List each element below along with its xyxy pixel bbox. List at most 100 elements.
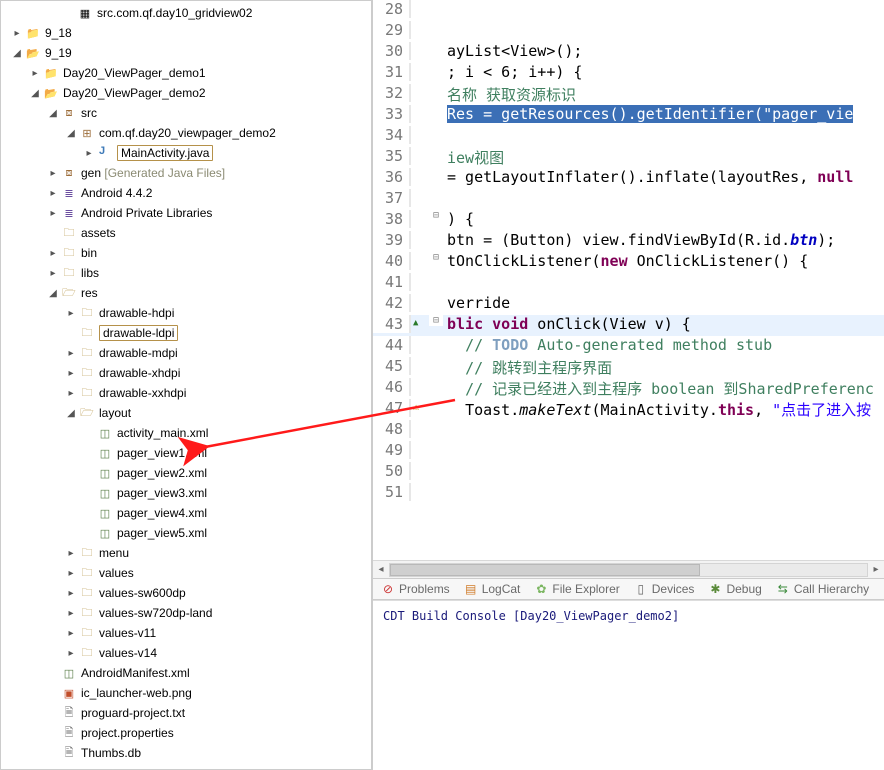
console-view[interactable]: CDT Build Console [Day20_ViewPager_demo2… bbox=[373, 600, 884, 770]
code-line[interactable]: blic void onClick(View v) { bbox=[443, 315, 884, 333]
debug-icon: ✱ bbox=[708, 582, 722, 596]
collapse-icon[interactable]: ◢ bbox=[63, 125, 79, 141]
tab-file-explorer[interactable]: ✿File Explorer bbox=[534, 582, 619, 596]
expand-icon[interactable]: ▸ bbox=[45, 185, 61, 201]
line-number: 49 bbox=[373, 441, 411, 459]
tree-item[interactable]: ▸ 🗎 proguard-project.txt bbox=[1, 703, 371, 723]
expand-icon[interactable]: ▸ bbox=[63, 565, 79, 581]
collapse-icon[interactable]: ◢ bbox=[9, 45, 25, 61]
collapse-icon[interactable]: ◢ bbox=[45, 285, 61, 301]
scroll-left-icon[interactable]: ◂ bbox=[373, 564, 389, 575]
tree-item[interactable]: ◢ 📂 9_19 bbox=[1, 43, 371, 63]
tree-item[interactable]: ▸ 🗎 project.properties bbox=[1, 723, 371, 743]
tree-item[interactable]: ▸ ◫ pager_view4.xml bbox=[1, 503, 371, 523]
expand-icon[interactable]: ▸ bbox=[9, 25, 25, 41]
code-line[interactable]: Toast.makeText(MainActivity.this, "点击了进入… bbox=[443, 399, 884, 420]
tab-call-hierarchy[interactable]: ⇆Call Hierarchy bbox=[776, 582, 869, 596]
tree-item[interactable]: ▸ 🗀 drawable-hdpi bbox=[1, 303, 371, 323]
tree-item[interactable]: ▸ 🗎 Thumbs.db bbox=[1, 743, 371, 763]
code-line[interactable]: tOnClickListener(new OnClickListener() { bbox=[443, 252, 884, 270]
code-line[interactable]: ayList<View>(); bbox=[443, 42, 884, 60]
tree-item[interactable]: ▸ ◫ pager_view2.xml bbox=[1, 463, 371, 483]
code-line[interactable]: // 跳转到主程序界面 bbox=[443, 357, 884, 378]
scrollbar-thumb[interactable] bbox=[390, 564, 700, 576]
tree-item[interactable]: ▸ ≣ Android Private Libraries bbox=[1, 203, 371, 223]
tree-item[interactable]: ▸ 🗀 bin bbox=[1, 243, 371, 263]
tree-item[interactable]: ▸ 🗀 values-v14 bbox=[1, 643, 371, 663]
expand-icon[interactable]: ▸ bbox=[27, 65, 43, 81]
folder-icon: 🗀 bbox=[61, 225, 77, 241]
code-line-selected[interactable]: Res = getResources().getIdentifier("page… bbox=[443, 105, 884, 123]
tree-item[interactable]: ◢ 🗁 layout bbox=[1, 403, 371, 423]
tree-item[interactable]: ▸ 🗀 menu bbox=[1, 543, 371, 563]
expand-icon[interactable]: ▸ bbox=[63, 645, 79, 661]
tree-item[interactable]: ◢ 📂 Day20_ViewPager_demo2 bbox=[1, 83, 371, 103]
tab-devices[interactable]: ▯Devices bbox=[634, 582, 695, 596]
expand-icon[interactable]: ▸ bbox=[63, 345, 79, 361]
tree-item[interactable]: ▸ ≣ Android 4.4.2 bbox=[1, 183, 371, 203]
collapse-icon[interactable]: ◢ bbox=[63, 405, 79, 421]
tree-item[interactable]: ▸ 📁 9_18 bbox=[1, 23, 371, 43]
code-line[interactable]: // TODO Auto-generated method stub bbox=[443, 336, 884, 354]
tree-item[interactable]: ▸ 🗀 drawable-xxhdpi bbox=[1, 383, 371, 403]
tree-item[interactable]: ▸ ⧈ gen [Generated Java Files] bbox=[1, 163, 371, 183]
expand-icon[interactable]: ▸ bbox=[45, 205, 61, 221]
tree-item[interactable]: ▸ 🗀 values-v11 bbox=[1, 623, 371, 643]
expand-icon[interactable]: ▸ bbox=[45, 265, 61, 281]
tree-item[interactable]: ▸ ▦ src.com.qf.day10_gridview02 bbox=[1, 3, 371, 23]
tree-item-main-activity[interactable]: ▸ MainActivity.java bbox=[1, 143, 371, 163]
expand-icon[interactable]: ▸ bbox=[81, 145, 97, 161]
expand-icon[interactable]: ▸ bbox=[63, 625, 79, 641]
collapse-icon[interactable]: ◢ bbox=[27, 85, 43, 101]
line-number: 30 bbox=[373, 42, 411, 60]
project-explorer[interactable]: ▸ ▦ src.com.qf.day10_gridview02 ▸ 📁 9_18… bbox=[0, 0, 372, 770]
code-editor[interactable]: 28 29 30ayList<View>(); 31; i < 6; i++) … bbox=[373, 0, 884, 578]
fold-icon[interactable]: ⊟ bbox=[429, 252, 443, 263]
tree-item[interactable]: ▸ 🗀 drawable-xhdpi bbox=[1, 363, 371, 383]
code-line[interactable]: btn = (Button) view.findViewById(R.id.bt… bbox=[443, 231, 884, 249]
tree-item[interactable]: ▸ ◫ pager_view3.xml bbox=[1, 483, 371, 503]
code-line[interactable]: ; i < 6; i++) { bbox=[443, 63, 884, 81]
code-line[interactable]: 名称 获取资源标识 bbox=[443, 84, 884, 105]
tree-item[interactable]: ▸ 🗀 drawable-mdpi bbox=[1, 343, 371, 363]
tree-item[interactable]: ▸ 🗀 values bbox=[1, 563, 371, 583]
expand-icon[interactable]: ▸ bbox=[63, 585, 79, 601]
tree-item-drawable-ldpi[interactable]: ▸ 🗀 drawable-ldpi bbox=[1, 323, 371, 343]
tree-item[interactable]: ▸ 🗀 libs bbox=[1, 263, 371, 283]
tree-item[interactable]: ▸ 🗀 values-sw600dp bbox=[1, 583, 371, 603]
code-line[interactable]: // 记录已经进入到主程序 boolean 到SharedPreferenc bbox=[443, 378, 884, 399]
tree-item[interactable]: ▸ ▣ ic_launcher-web.png bbox=[1, 683, 371, 703]
code-line[interactable]: ) { bbox=[443, 210, 884, 228]
tree-label: 9_19 bbox=[45, 46, 72, 60]
expand-icon[interactable]: ▸ bbox=[63, 385, 79, 401]
expand-icon[interactable]: ▸ bbox=[63, 545, 79, 561]
tab-debug[interactable]: ✱Debug bbox=[708, 582, 761, 596]
tree-label: values-v14 bbox=[99, 646, 157, 660]
tree-item[interactable]: ▸ ◫ AndroidManifest.xml bbox=[1, 663, 371, 683]
tree-item-pager-view1[interactable]: ▸ ◫ pager_view1.xml bbox=[1, 443, 371, 463]
tab-logcat[interactable]: ▤LogCat bbox=[464, 582, 521, 596]
code-line[interactable]: = getLayoutInflater().inflate(layoutRes,… bbox=[443, 168, 884, 186]
tree-item[interactable]: ◢ ⧈ src bbox=[1, 103, 371, 123]
horizontal-scrollbar[interactable]: ◂ ▸ bbox=[373, 560, 884, 578]
expand-icon[interactable]: ▸ bbox=[63, 365, 79, 381]
tree-item[interactable]: ◢ ⊞ com.qf.day20_viewpager_demo2 bbox=[1, 123, 371, 143]
tree-item[interactable]: ▸ 🗀 values-sw720dp-land bbox=[1, 603, 371, 623]
collapse-icon[interactable]: ◢ bbox=[45, 105, 61, 121]
tab-problems[interactable]: ⊘Problems bbox=[381, 582, 450, 596]
tree-item[interactable]: ▸ 🗀 assets bbox=[1, 223, 371, 243]
code-line[interactable]: verride bbox=[443, 294, 884, 312]
expand-icon[interactable]: ▸ bbox=[63, 305, 79, 321]
expand-icon[interactable]: ▸ bbox=[45, 245, 61, 261]
library-icon: ≣ bbox=[61, 205, 77, 221]
tree-item[interactable]: ▸ ◫ pager_view5.xml bbox=[1, 523, 371, 543]
tree-item[interactable]: ◢ 🗁 res bbox=[1, 283, 371, 303]
code-line[interactable]: iew视图 bbox=[443, 147, 884, 168]
fold-icon[interactable]: ⊟ bbox=[429, 315, 443, 326]
tree-item[interactable]: ▸ ◫ activity_main.xml bbox=[1, 423, 371, 443]
fold-icon[interactable]: ⊟ bbox=[429, 210, 443, 221]
scroll-right-icon[interactable]: ▸ bbox=[868, 564, 884, 575]
expand-icon[interactable]: ▸ bbox=[63, 605, 79, 621]
tree-item[interactable]: ▸ 📁 Day20_ViewPager_demo1 bbox=[1, 63, 371, 83]
expand-icon[interactable]: ▸ bbox=[45, 165, 61, 181]
